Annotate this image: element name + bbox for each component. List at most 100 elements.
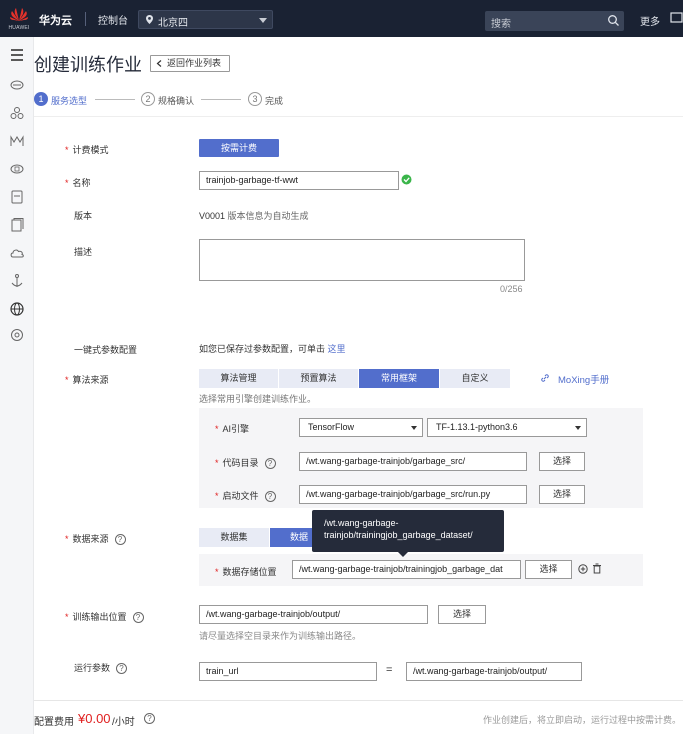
brand-name[interactable]: 华为云 (39, 12, 72, 28)
cloud-icon[interactable] (9, 245, 25, 261)
tab-custom[interactable]: 自定义 (440, 369, 510, 388)
chevron-down-icon (411, 426, 417, 430)
chevron-down-icon (259, 18, 267, 23)
help-icon[interactable]: ? (114, 534, 126, 546)
data-storage-panel: * 数据存储位置 /wt.wang-garbage-trainjob/traini… (199, 554, 643, 586)
step-2-number: 2 (141, 92, 155, 106)
back-to-job-list-button[interactable]: 返回作业列表 (150, 55, 230, 72)
training-output-hint: 请尽量选择空目录来作为训练输出路径。 (199, 631, 362, 641)
step-1-label: 服务选型 (51, 96, 88, 106)
training-output-select-button[interactable]: 选择 (438, 605, 486, 624)
data-source-label: * 数据来源? (65, 532, 126, 546)
config-fee-unit: /小时 (112, 717, 135, 728)
data-storage-location-input[interactable]: /wt.wang-garbage-trainjob/trainingjob_ga… (292, 560, 521, 579)
code-directory-label: * 代码目录? (215, 456, 276, 470)
moxing-manual-link[interactable]: MoXing手册 (558, 372, 609, 386)
document-icon[interactable] (9, 217, 25, 233)
help-icon[interactable]: ? (264, 458, 276, 470)
billing-mode-label: * 计费模式 (65, 145, 109, 155)
more-menu[interactable]: 更多 (640, 13, 660, 28)
step-3-number: 3 (248, 92, 262, 106)
sidebar (0, 37, 34, 734)
step-1-number: 1 (34, 92, 48, 106)
valid-check-icon (401, 174, 412, 185)
tab-preset-algorithm[interactable]: 预置算法 (279, 369, 358, 388)
code-directory-input[interactable]: /wt.wang-garbage-trainjob/garbage_src/ (299, 452, 527, 471)
database-icon[interactable] (9, 161, 25, 177)
add-circle-icon[interactable] (578, 564, 588, 574)
boot-file-select-button[interactable]: 选择 (539, 485, 585, 504)
pay-per-use-button[interactable]: 按需计费 (199, 139, 279, 157)
region-label: 北京四 (158, 18, 188, 29)
chevron-left-icon (156, 60, 162, 67)
help-icon[interactable]: ? (132, 612, 144, 624)
name-input[interactable]: trainjob-garbage-tf-wwt (199, 171, 399, 190)
bridge-icon[interactable] (9, 133, 25, 149)
settings-circle-icon[interactable] (9, 327, 25, 343)
globe-icon[interactable] (9, 301, 25, 317)
chevron-down-icon (575, 426, 581, 430)
training-output-input[interactable]: /wt.wang-garbage-trainjob/output/ (199, 605, 428, 624)
search-input[interactable]: 搜索 (485, 11, 624, 31)
storage-icon[interactable] (9, 189, 25, 205)
location-pin-icon (146, 15, 153, 24)
help-icon[interactable]: ? (144, 713, 155, 724)
oneclick-config-label: 一键式参数配置 (74, 345, 138, 355)
data-path-tooltip: /wt.wang-garbage- trainjob/trainingjob_g… (312, 510, 504, 557)
link-icon (541, 374, 549, 382)
tab-algorithm-management[interactable]: 算法管理 (199, 369, 278, 388)
step-2-label: 规格确认 (158, 96, 195, 106)
huawei-flower-icon (10, 8, 28, 21)
oneclick-config-text: 如您已保存过参数配置，可单击 这里 (199, 344, 346, 354)
console-link[interactable]: 控制台 (98, 12, 128, 27)
data-storage-select-button[interactable]: 选择 (525, 560, 572, 579)
help-icon[interactable]: ? (116, 663, 128, 675)
oneclick-here-link[interactable]: 这里 (328, 344, 346, 354)
step-connector (201, 99, 241, 100)
ai-engine-label: * AI引擎 (215, 424, 250, 434)
huawei-logo[interactable]: HUAWEI (6, 6, 32, 32)
billing-note: 作业创建后，将立即启动，运行过程中按需计费。 (483, 715, 682, 725)
run-param-value-input[interactable]: /wt.wang-garbage-trainjob/output/ (406, 662, 582, 681)
anchor-icon[interactable] (9, 273, 25, 289)
boot-file-label: * 启动文件? (215, 489, 276, 503)
run-params-label: 运行参数? (74, 661, 128, 675)
config-fee-value: ¥0.00 (78, 711, 111, 726)
description-label: 描述 (74, 247, 93, 257)
engine-version-select[interactable]: TF-1.13.1-python3.6 (427, 418, 587, 437)
message-icon[interactable] (670, 10, 683, 26)
help-icon[interactable]: ? (264, 491, 276, 503)
search-placeholder: 搜索 (491, 19, 511, 30)
search-icon[interactable] (607, 14, 620, 27)
back-button-label: 返回作业列表 (167, 58, 222, 68)
ai-engine-select[interactable]: TensorFlow (299, 418, 423, 437)
tooltip-arrow (398, 552, 408, 557)
run-param-key-input[interactable]: train_url (199, 662, 377, 681)
page-title: 创建训练作业 (34, 55, 142, 75)
code-directory-select-button[interactable]: 选择 (539, 452, 585, 471)
step-indicator: 1 服务选型 2 规格确认 3 完成 (34, 92, 683, 112)
name-label: * 名称 (65, 178, 91, 188)
version-label: 版本 (74, 211, 93, 221)
tooltip-line-1: /wt.wang-garbage- (324, 518, 399, 528)
boot-file-input[interactable]: /wt.wang-garbage-trainjob/garbage_src/ru… (299, 485, 527, 504)
logo-text: HUAWEI (8, 25, 30, 31)
description-counter: 0/256 (500, 284, 523, 294)
config-fee-label: 配置费用 (34, 717, 74, 728)
step-3-label: 完成 (265, 96, 284, 106)
tab-common-framework[interactable]: 常用框架 (359, 369, 439, 388)
topbar-divider (85, 12, 86, 26)
price-footer: 配置费用 ¥0.00 /小时 ? 作业创建后，将立即启动，运行过程中按需计费。 (34, 700, 683, 734)
region-selector[interactable]: 北京四 (138, 10, 273, 29)
version-value: V0001 版本信息为自动生成 (199, 211, 309, 221)
cluster-icon[interactable] (9, 105, 25, 121)
step-connector (95, 99, 135, 100)
tooltip-line-2: trainjob/trainingjob_garbage_dataset/ (324, 530, 473, 540)
tab-dataset[interactable]: 数据集 (199, 528, 269, 547)
trash-icon[interactable] (592, 563, 602, 574)
description-textarea[interactable] (199, 239, 525, 281)
cloud-server-icon[interactable] (9, 77, 25, 93)
algorithm-source-hint: 选择常用引擎创建训练作业。 (199, 394, 317, 404)
hamburger-menu-icon[interactable] (9, 47, 25, 63)
data-storage-location-label: * 数据存储位置 (215, 567, 277, 577)
